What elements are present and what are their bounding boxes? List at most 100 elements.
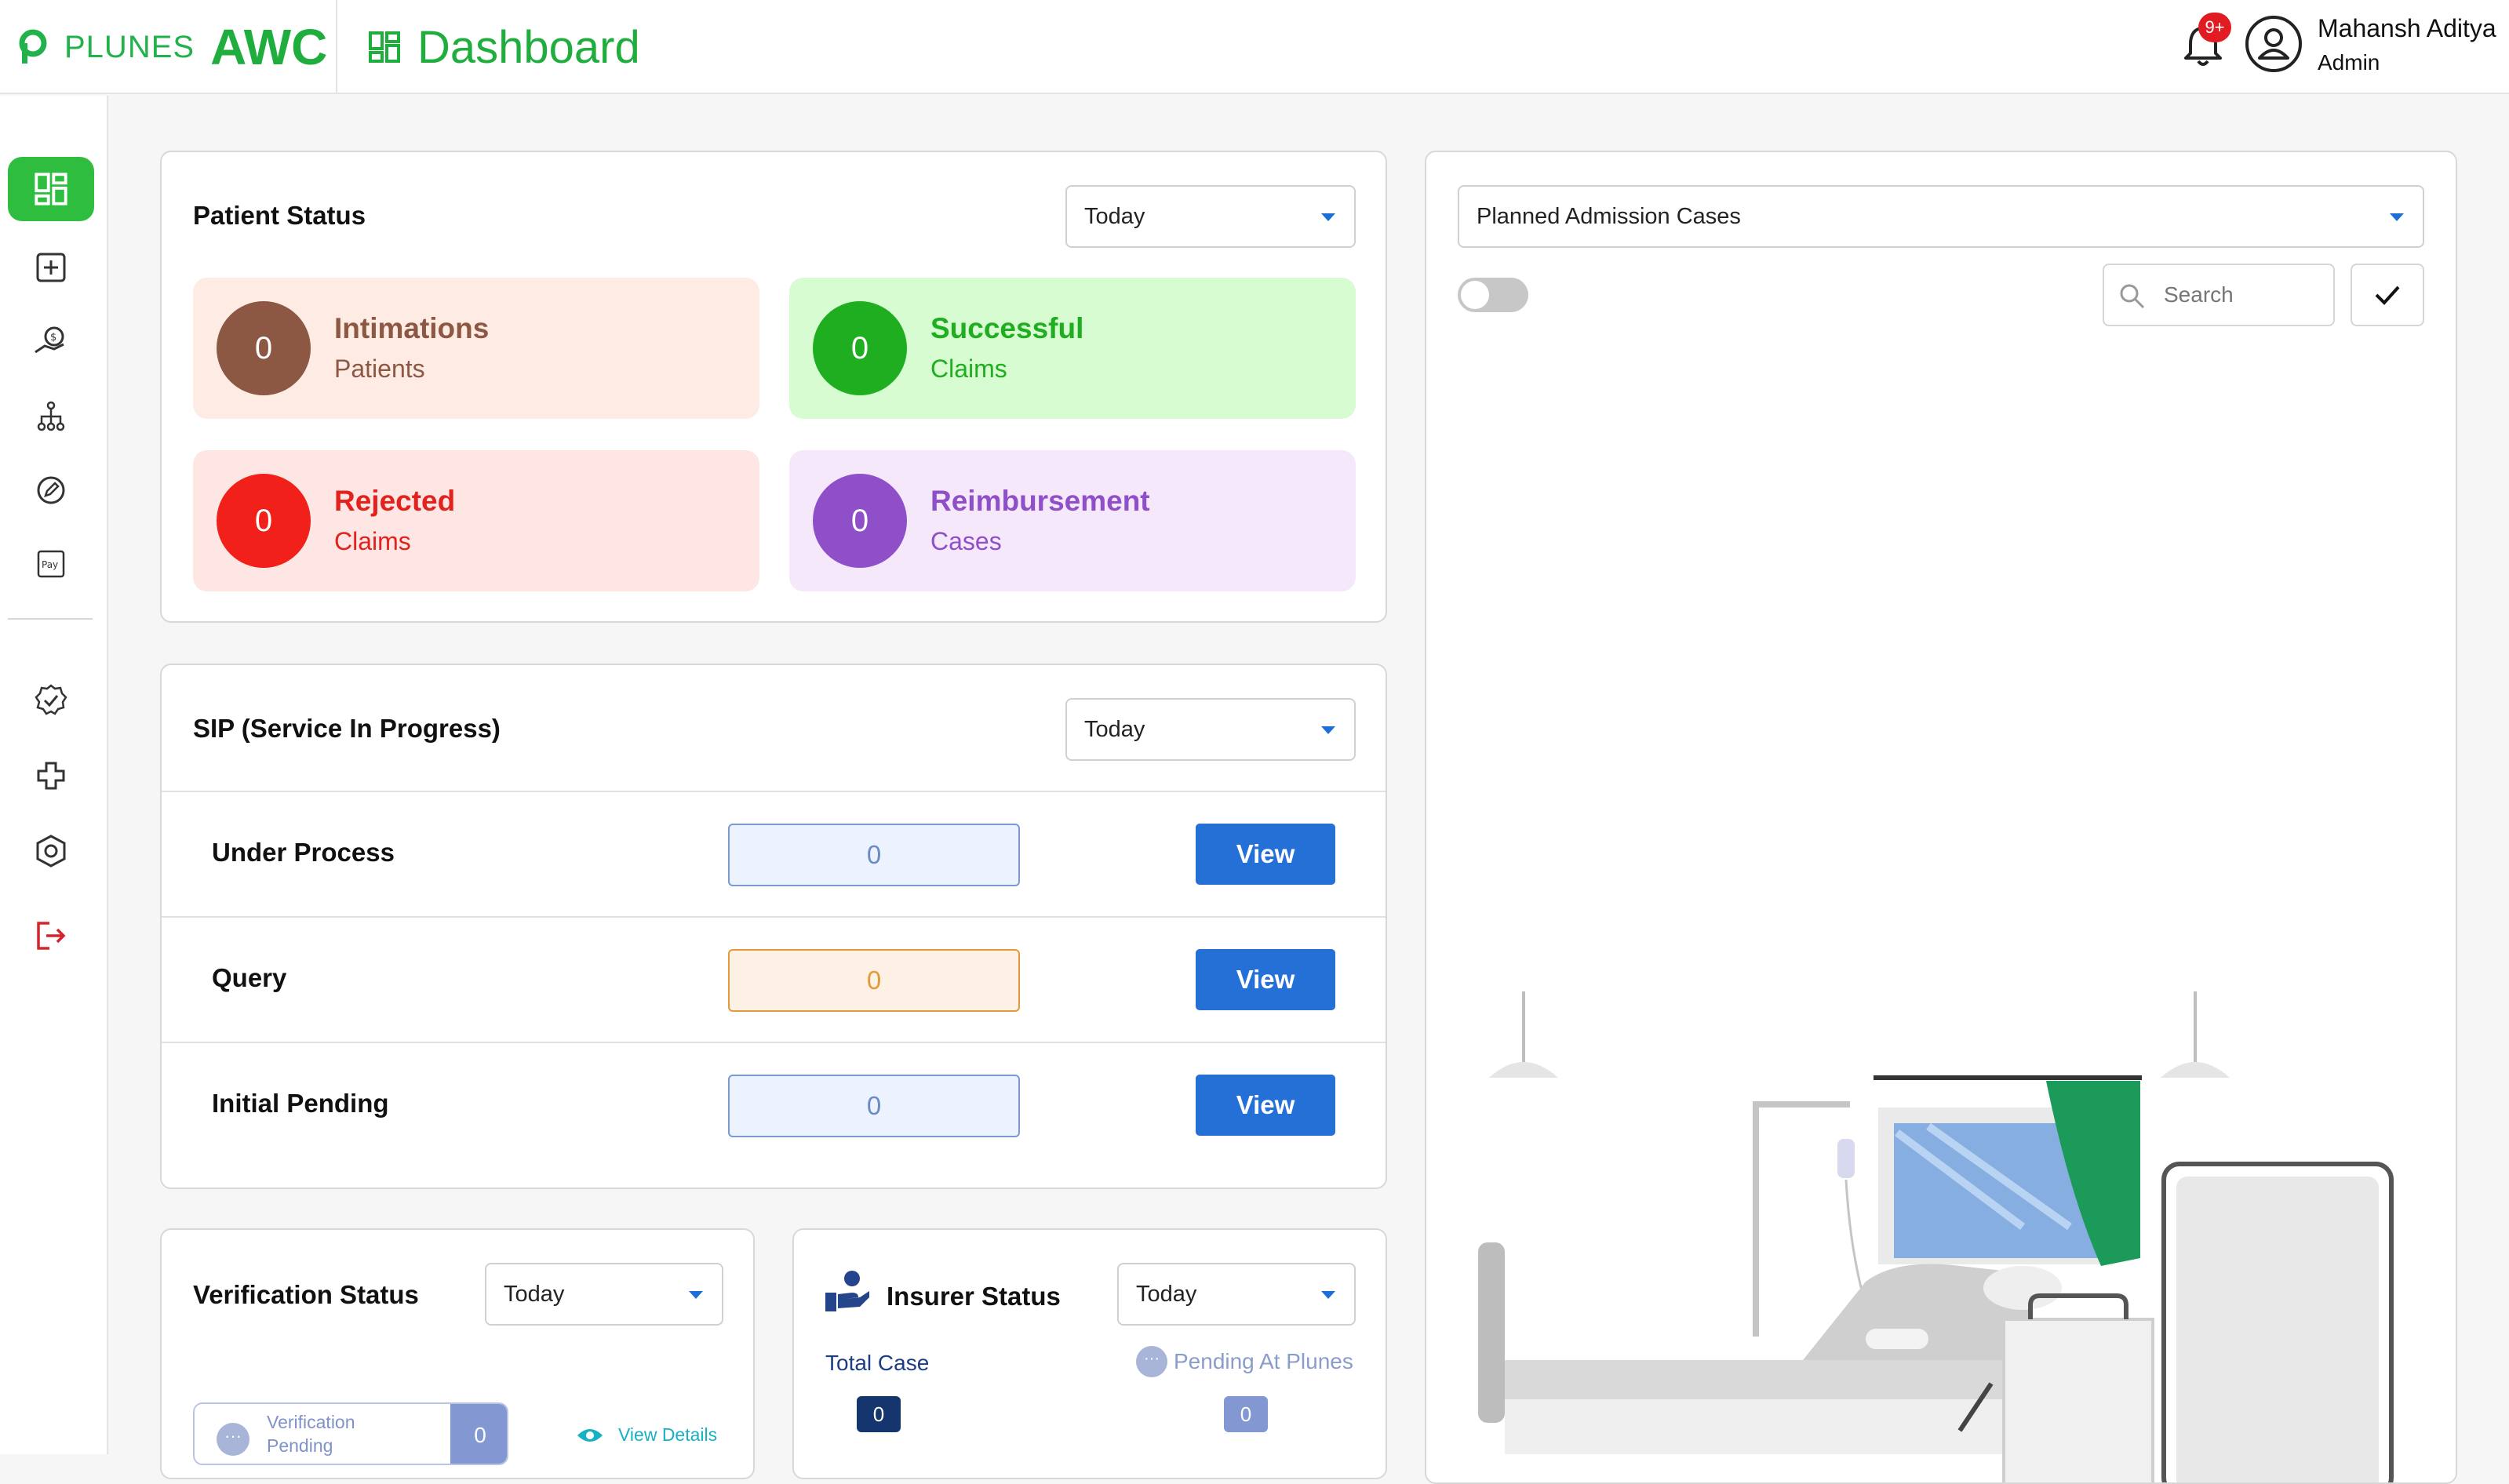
user-role: Admin (2318, 50, 2380, 75)
confirm-button[interactable] (2351, 264, 2424, 326)
svg-text:$: $ (50, 332, 56, 344)
add-case-icon (36, 253, 66, 282)
sip-row-initial-pending: Initial Pending 0 View (162, 1042, 1386, 1167)
view-toggle[interactable] (1458, 278, 1528, 312)
sip-card: SIP (Service In Progress) Today Under Pr… (160, 664, 1387, 1189)
stat-subtitle: Cases (930, 527, 1002, 555)
toggle-knob (1461, 281, 1489, 309)
svg-text:Pay: Pay (42, 559, 58, 570)
sip-row-value: 0 (728, 1075, 1020, 1137)
view-button[interactable]: View (1196, 1075, 1335, 1136)
stat-count: 0 (813, 474, 907, 568)
search-icon (2120, 284, 2145, 309)
search-input[interactable] (2164, 279, 2321, 311)
logout-icon (37, 922, 66, 950)
person-icon (2258, 28, 2289, 60)
verification-pending-label: Verification Pending (267, 1412, 355, 1456)
sip-row-value: 0 (728, 949, 1020, 1012)
notification-badge: 9+ (2198, 13, 2231, 42)
patient-status-title: Patient Status (193, 201, 366, 230)
sip-row-label: Initial Pending (212, 1089, 389, 1118)
edit-circle-icon (37, 476, 65, 504)
more-dots-icon: ··· (1136, 1346, 1167, 1377)
chevron-down-icon (1321, 1291, 1335, 1299)
chevron-down-icon (689, 1291, 703, 1299)
pay-icon: Pay (37, 550, 65, 578)
claims-money-icon: $ (35, 326, 64, 354)
verification-title: Verification Status (193, 1280, 419, 1309)
pending-at-plunes: ··· Pending At Plunes (1136, 1346, 1353, 1377)
view-details-link[interactable]: View Details (576, 1424, 717, 1446)
verification-status-card: Verification Status Today ··· Verificati… (160, 1228, 755, 1479)
brand-plunes-text: PLUNES (64, 29, 195, 64)
hierarchy-icon (37, 401, 65, 431)
view-button[interactable]: View (1196, 824, 1335, 885)
sidebar-item-claims[interactable]: $ (8, 309, 94, 373)
stat-tile-reimbursement[interactable]: 0 Reimbursement Cases (789, 450, 1356, 591)
sidebar-item-medical[interactable] (8, 744, 94, 808)
verification-pending-count: 0 (450, 1404, 507, 1464)
verification-pending-chip[interactable]: ··· Verification Pending 0 (193, 1402, 508, 1465)
chevron-down-icon (1321, 213, 1335, 221)
stat-tile-intimations[interactable]: 0 Intimations Patients (193, 278, 759, 419)
view-details-text: View Details (618, 1424, 718, 1445)
stat-count: 0 (217, 474, 311, 568)
brand-logo[interactable]: PLUNES AWC (17, 16, 327, 78)
page-title-text: Dashboard (417, 21, 640, 73)
sidebar-item-logout[interactable] (8, 904, 94, 968)
insurer-title: Insurer Status (887, 1282, 1061, 1311)
stat-title: Successful (930, 312, 1084, 344)
sip-row-query: Query 0 View (162, 916, 1386, 1042)
stat-tile-rejected[interactable]: 0 Rejected Claims (193, 450, 759, 591)
sidebar-item-verified[interactable] (8, 668, 94, 733)
insurer-filter[interactable]: Today (1117, 1263, 1356, 1326)
stat-tile-successful[interactable]: 0 Successful Claims (789, 278, 1356, 419)
insurer-filter-value: Today (1136, 1281, 1197, 1307)
stat-count: 0 (217, 301, 311, 395)
sip-title: SIP (Service In Progress) (193, 714, 501, 743)
stat-subtitle: Patients (334, 355, 425, 383)
stat-subtitle: Claims (930, 355, 1007, 383)
verified-badge-icon (35, 684, 67, 715)
patient-status-filter-value: Today (1084, 203, 1145, 229)
verification-filter[interactable]: Today (485, 1263, 723, 1326)
sip-row-under-process: Under Process 0 View (162, 791, 1386, 916)
sidebar-item-hierarchy[interactable] (8, 384, 94, 449)
sidebar-item-pay[interactable]: Pay (8, 532, 94, 596)
medical-cross-icon (37, 762, 65, 790)
sidebar-item-add-case[interactable] (8, 235, 94, 300)
search-field[interactable] (2103, 264, 2335, 326)
total-case-label: Total Case (825, 1351, 930, 1375)
user-avatar-icon[interactable] (2245, 16, 2302, 72)
dashboard-icon (35, 173, 67, 206)
sidebar-item-edit[interactable] (8, 458, 94, 522)
sidebar-item-settings[interactable] (8, 819, 94, 883)
sidebar-item-dashboard[interactable] (8, 157, 94, 221)
patient-status-filter[interactable]: Today (1065, 185, 1356, 248)
view-button[interactable]: View (1196, 949, 1335, 1010)
stat-count: 0 (813, 301, 907, 395)
stat-title: Reimbursement (930, 485, 1150, 517)
planned-admission-value: Planned Admission Cases (1477, 203, 1741, 229)
sip-filter[interactable]: Today (1065, 698, 1356, 761)
brand-awc-text: AWC (210, 19, 328, 75)
sip-row-label: Query (212, 963, 287, 992)
sidebar-nav: $ Pay (0, 96, 108, 1454)
sip-row-value: 0 (728, 824, 1020, 886)
insurer-status-card: Insurer Status Today Total Case 0 ··· Pe… (792, 1228, 1387, 1479)
hospital-room-illustration (1478, 991, 2394, 1482)
chevron-down-icon (1321, 726, 1335, 734)
sip-filter-value: Today (1084, 716, 1145, 742)
stat-subtitle: Claims (334, 527, 411, 555)
sidebar-separator (8, 618, 93, 620)
more-dots-icon: ··· (217, 1423, 249, 1456)
verification-filter-value: Today (504, 1281, 565, 1307)
chevron-down-icon (2390, 213, 2404, 221)
insurer-hand-icon (825, 1271, 869, 1311)
top-header: PLUNES AWC Dashboard 9+ Mahansh Aditya A… (0, 0, 2509, 94)
pending-at-plunes-label: Pending At Plunes (1174, 1349, 1353, 1373)
planned-admission-card: Planned Admission Cases (1425, 151, 2457, 1484)
sip-row-label: Under Process (212, 838, 395, 867)
dashboard-grid-icon (369, 31, 400, 63)
planned-admission-select[interactable]: Planned Admission Cases (1458, 185, 2424, 248)
